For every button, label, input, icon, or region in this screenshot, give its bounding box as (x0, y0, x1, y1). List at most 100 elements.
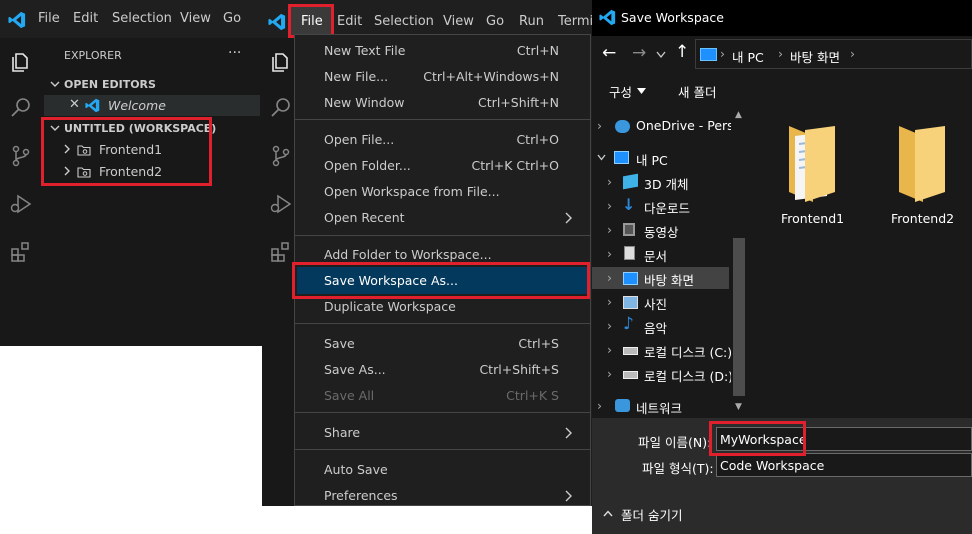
chevron-down-icon (50, 125, 60, 131)
menu-edit[interactable]: Edit (337, 14, 362, 29)
menu-item-open-recent[interactable]: Open Recent (324, 210, 405, 225)
chevron-right-icon (565, 212, 572, 224)
workspace-folder-frontend2[interactable]: Frontend2 (44, 161, 262, 182)
menu-item-new-text-file[interactable]: New Text File (324, 43, 405, 58)
close-icon[interactable]: ✕ (69, 97, 80, 112)
tree-item-disk-c[interactable]: 로컬 디스크 (C:) (644, 342, 731, 361)
tree-item-downloads[interactable]: 다운로드 (644, 198, 690, 217)
menu-item-new-file[interactable]: New File... (324, 69, 388, 84)
download-arrow-icon: ↓ (622, 195, 636, 214)
filetype-select[interactable]: Code Workspace (716, 453, 972, 477)
menu-item-add-folder[interactable]: Add Folder to Workspace... (324, 247, 492, 262)
search-icon[interactable] (269, 96, 293, 120)
tree-item-pictures[interactable]: 사진 (644, 294, 667, 313)
more-actions-icon[interactable]: ··· (228, 45, 241, 61)
search-icon[interactable] (9, 96, 33, 120)
expand-chevron-icon[interactable]: › (607, 222, 612, 237)
menu-item-share[interactable]: Share (324, 425, 360, 440)
chevron-down-icon[interactable] (656, 51, 666, 59)
tree-item-onedrive[interactable]: OneDrive - Person (636, 118, 731, 133)
menu-item-save-workspace-as[interactable]: Save Workspace As... (324, 273, 458, 288)
menu-go[interactable]: Go (223, 11, 241, 26)
menu-run[interactable]: Run (519, 14, 544, 29)
expand-chevron-icon[interactable]: › (607, 318, 612, 333)
menu-file-active[interactable]: File (291, 6, 333, 36)
menu-item-open-folder[interactable]: Open Folder... (324, 158, 411, 173)
expand-chevron-icon[interactable]: › (607, 246, 612, 261)
extensions-icon[interactable] (269, 240, 293, 264)
scroll-down-icon[interactable]: ▼ (735, 402, 742, 412)
expand-chevron-icon[interactable]: › (607, 174, 612, 189)
hide-folders-button[interactable]: 폴더 숨기기 (621, 505, 682, 524)
menu-selection[interactable]: Selection (374, 14, 434, 29)
open-editors-header[interactable]: OPEN EDITORS (44, 74, 262, 94)
expand-chevron-icon[interactable]: › (607, 342, 612, 357)
new-folder-button[interactable]: 새 폴더 (678, 82, 716, 101)
open-editor-welcome[interactable]: ✕ Welcome (44, 95, 260, 116)
extensions-icon[interactable] (9, 240, 33, 264)
tree-item-videos[interactable]: 동영상 (644, 222, 679, 241)
3d-objects-icon (623, 173, 638, 190)
tree-item-disk-d[interactable]: 로컬 디스크 (D:) (644, 366, 731, 385)
menu-view[interactable]: View (443, 14, 474, 29)
filename-label: 파일 이름(N): (638, 435, 712, 450)
menu-item-new-window[interactable]: New Window (324, 95, 405, 110)
tree-item-network[interactable]: 네트워크 (636, 398, 682, 417)
dialog-bottom-panel: 파일 이름(N): MyWorkspace 파일 형식(T): Code Wor… (592, 418, 972, 534)
menu-go[interactable]: Go (486, 14, 504, 29)
tree-item-documents[interactable]: 문서 (644, 246, 667, 265)
menu-item-open-workspace[interactable]: Open Workspace from File... (324, 184, 500, 199)
back-arrow-icon[interactable]: ← (602, 43, 616, 63)
shortcut: Ctrl+K Ctrl+O (471, 158, 559, 173)
menu-item-open-file[interactable]: Open File... (324, 132, 394, 147)
menu-view[interactable]: View (180, 11, 211, 26)
menu-file[interactable]: File (38, 11, 60, 26)
expand-chevron-icon[interactable]: › (607, 294, 612, 309)
menu-item-duplicate-workspace[interactable]: Duplicate Workspace (324, 299, 456, 314)
tree-item-my-pc[interactable]: 내 PC (636, 150, 668, 169)
file-item-frontend2[interactable]: Frontend2 (879, 118, 972, 228)
menu-item-auto-save[interactable]: Auto Save (324, 462, 388, 477)
expand-chevron-icon[interactable]: › (607, 366, 612, 381)
chevron-down-icon[interactable] (597, 154, 606, 161)
menu-edit[interactable]: Edit (73, 11, 98, 26)
workspace-header[interactable]: UNTITLED (WORKSPACE) (44, 118, 262, 138)
file-item-label: Frontend1 (781, 211, 845, 226)
menu-item-save-as[interactable]: Save As... (324, 362, 386, 377)
expand-chevron-icon[interactable]: › (597, 398, 602, 413)
tree-item-desktop[interactable]: 바탕 화면 (644, 270, 694, 289)
explorer-title: EXPLORER (64, 49, 122, 62)
source-control-icon[interactable] (9, 144, 33, 168)
file-item-frontend1[interactable]: Frontend1 (769, 118, 849, 228)
activity-bar (0, 38, 44, 346)
scroll-up-icon[interactable]: ▲ (735, 110, 742, 120)
menu-terminal[interactable]: Terminal (558, 14, 592, 29)
chevron-right-icon (64, 166, 70, 176)
menu-item-save[interactable]: Save (324, 336, 355, 351)
source-control-icon[interactable] (269, 144, 293, 168)
up-arrow-icon[interactable]: ↑ (675, 42, 689, 62)
run-debug-icon[interactable] (269, 192, 293, 216)
scrollbar-thumb[interactable] (733, 238, 745, 396)
organize-button[interactable]: 구성 (609, 82, 632, 101)
run-debug-icon[interactable] (9, 192, 33, 216)
tree-item-music[interactable]: 음악 (644, 318, 667, 337)
menu-selection[interactable]: Selection (112, 11, 172, 26)
workspace-folder-frontend1[interactable]: Frontend1 (44, 139, 262, 160)
forward-arrow-icon[interactable]: → (632, 43, 646, 63)
explorer-files-icon[interactable] (9, 50, 33, 74)
breadcrumb-desktop[interactable]: 바탕 화면 (790, 47, 840, 66)
expand-chevron-icon[interactable]: › (597, 118, 602, 133)
save-workspace-dialog: Save Workspace ← → ↑ › 내 PC › 바탕 화면 › 구성… (592, 0, 972, 534)
expand-chevron-icon[interactable]: › (607, 270, 612, 285)
filename-input[interactable]: MyWorkspace (716, 427, 972, 451)
chevron-right-icon (565, 490, 572, 502)
document-icon (624, 246, 635, 260)
breadcrumb-my-pc[interactable]: 내 PC (732, 47, 764, 66)
explorer-files-icon[interactable] (269, 50, 293, 74)
expand-chevron-icon[interactable]: › (607, 198, 612, 213)
tree-scrollbar[interactable]: ▲ ▼ (731, 106, 747, 418)
menu-item-preferences[interactable]: Preferences (324, 488, 398, 503)
address-bar[interactable]: › 내 PC › 바탕 화면 › (695, 39, 972, 69)
tree-item-3d-objects[interactable]: 3D 개체 (644, 174, 689, 193)
